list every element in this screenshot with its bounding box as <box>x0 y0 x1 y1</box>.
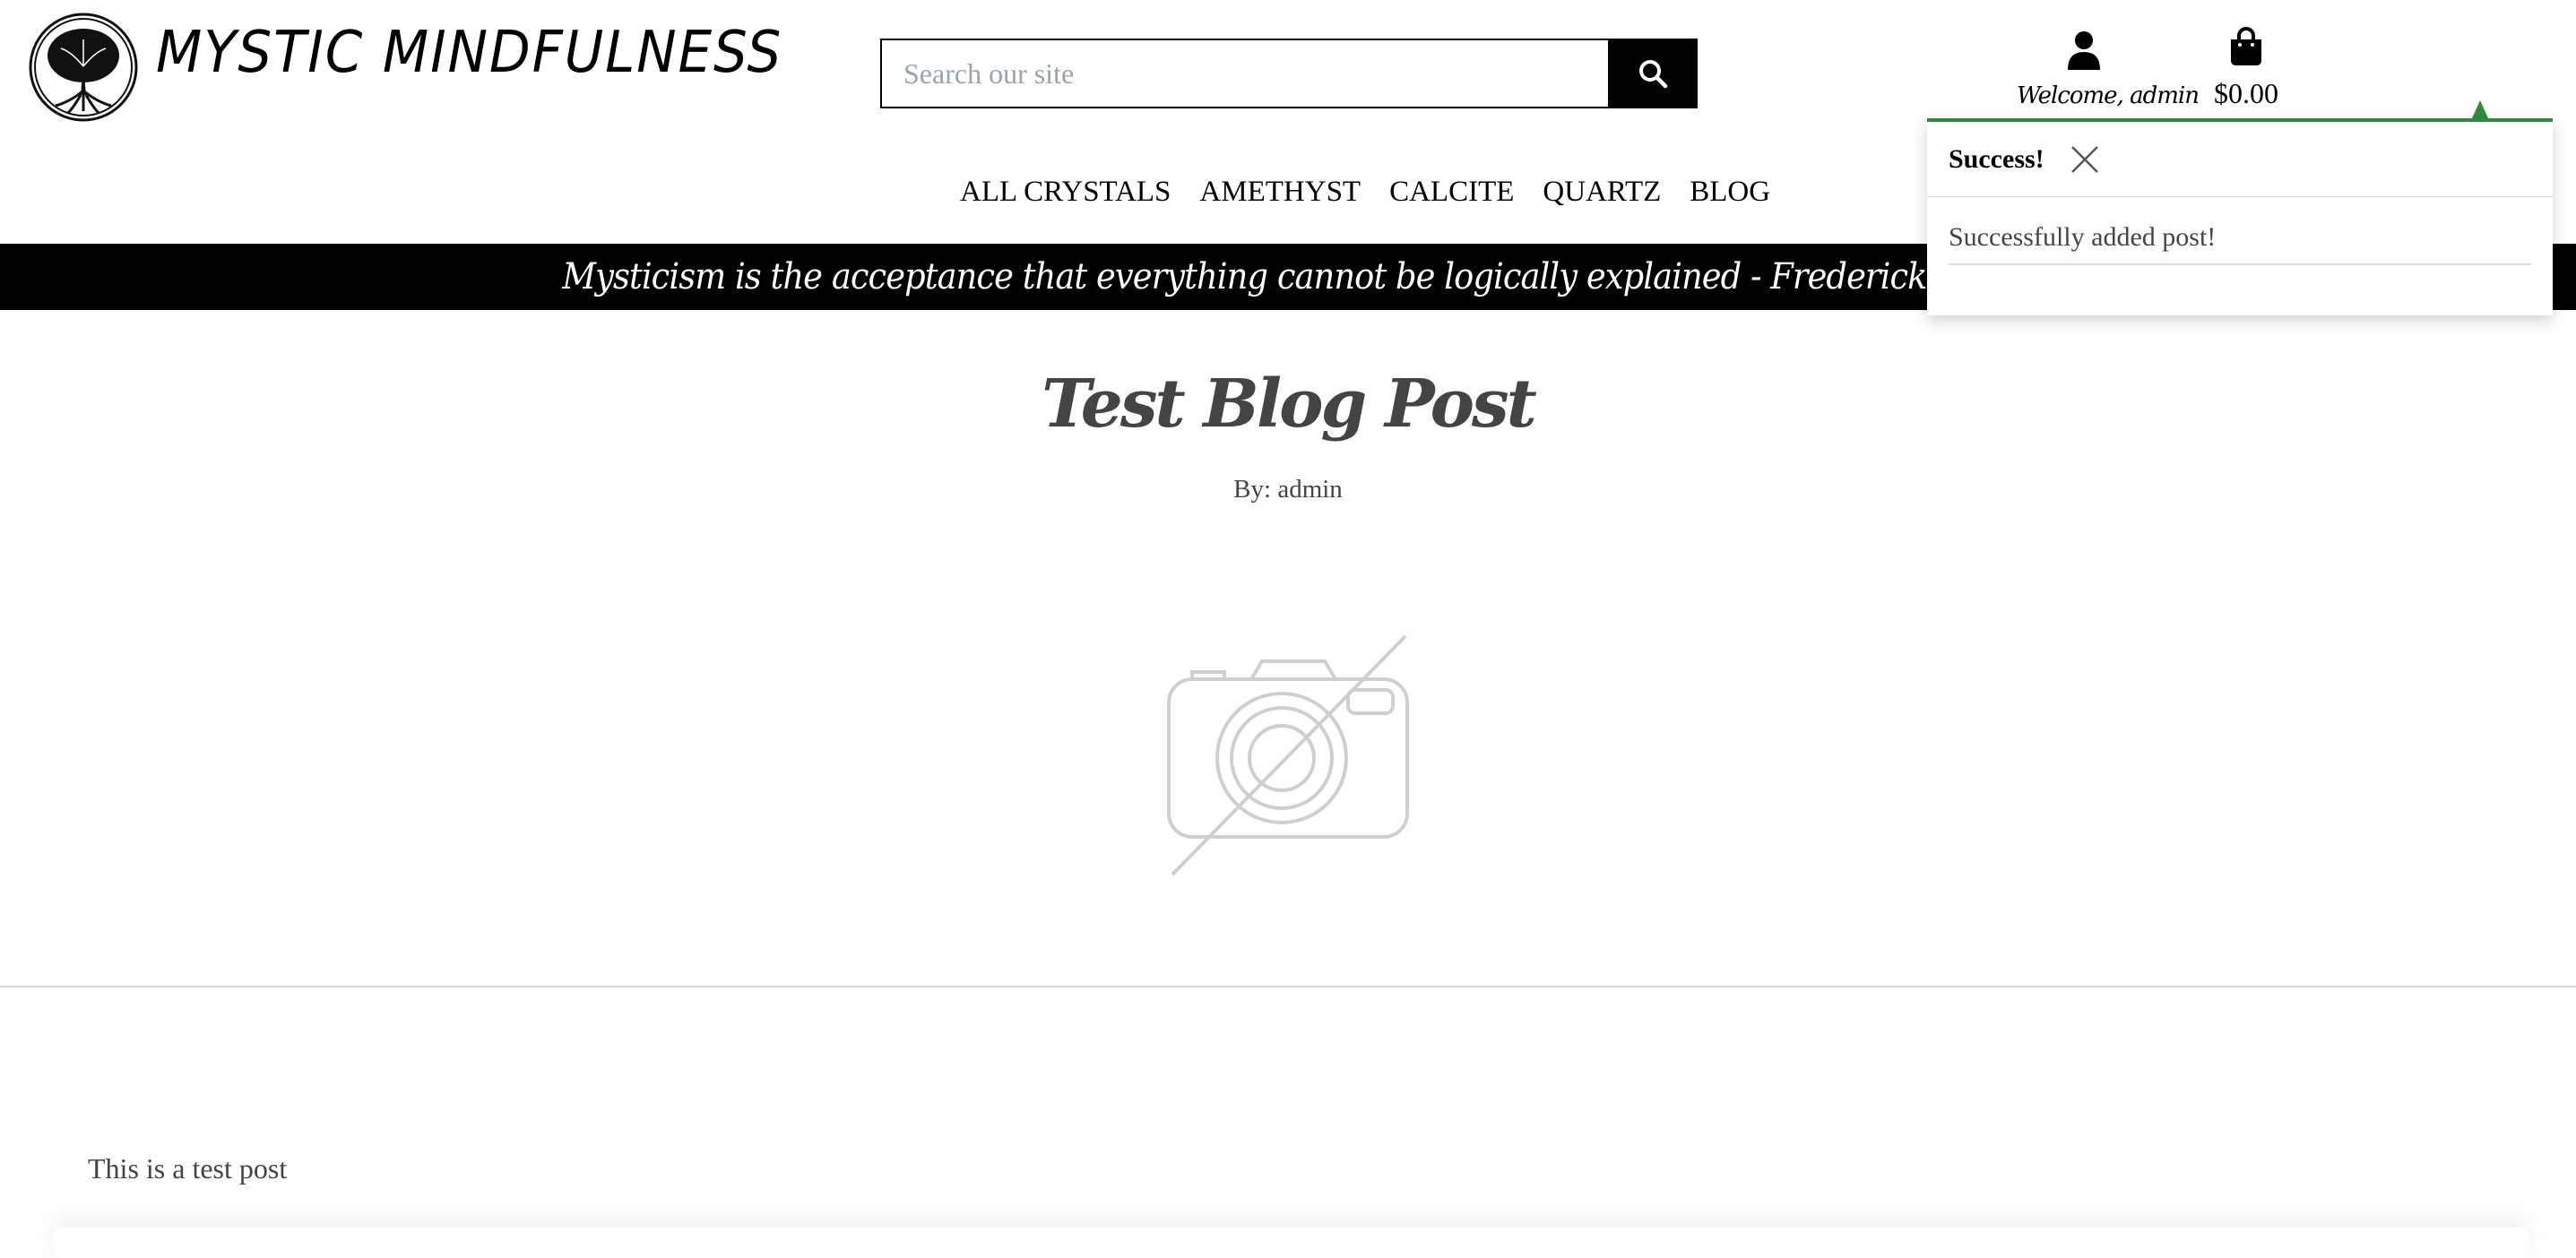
search-form <box>880 39 1698 108</box>
banner-quote: Mysticism is the acceptance that everyth… <box>562 256 2014 297</box>
content-divider <box>0 986 2576 987</box>
account-link[interactable]: Welcome, admin <box>2017 30 2200 109</box>
post-body: This is a test post <box>88 1152 288 1185</box>
nav-item-amethyst[interactable]: AMETHYST <box>1199 176 1361 209</box>
tree-of-life-logo-icon[interactable] <box>29 13 138 122</box>
footer-edge <box>54 1228 2528 1258</box>
post-title: Test Blog Post <box>1042 366 1537 443</box>
search-icon <box>1639 60 1668 89</box>
welcome-text: Welcome, admin <box>2017 82 2200 109</box>
post-author: By: admin <box>1233 475 1343 504</box>
nav-item-quartz[interactable]: QUARTZ <box>1543 176 1661 209</box>
no-image-camera-icon <box>1167 634 1409 876</box>
nav-item-blog[interactable]: BLOG <box>1690 176 1770 209</box>
toast-arrow <box>2472 100 2488 118</box>
brand-name[interactable]: MYSTIC MINDFULNESS <box>156 20 782 86</box>
nav-item-all-crystals[interactable]: ALL CRYSTALS <box>960 176 1171 209</box>
main-nav: ALL CRYSTALS AMETHYST CALCITE QUARTZ BLO… <box>960 176 1799 209</box>
search-button[interactable] <box>1608 39 1698 108</box>
toast-body: Successfully added post! <box>1927 197 2553 265</box>
bag-total: $0.00 <box>2214 77 2278 109</box>
close-icon <box>2070 145 2098 173</box>
success-toast: Success! Successfully added post! <box>1927 118 2553 315</box>
nav-item-calcite[interactable]: CALCITE <box>1389 176 1514 209</box>
toast-message: Successfully added post! <box>1949 222 2531 265</box>
toast-close-button[interactable] <box>2070 144 2100 175</box>
shopping-bag-link[interactable]: $0.00 <box>2210 27 2282 110</box>
search-input[interactable] <box>880 39 1608 108</box>
shopping-bag-icon <box>2231 27 2261 65</box>
toast-header: Success! <box>1927 122 2553 197</box>
toast-title: Success! <box>1949 143 2044 174</box>
user-icon <box>2068 31 2100 70</box>
